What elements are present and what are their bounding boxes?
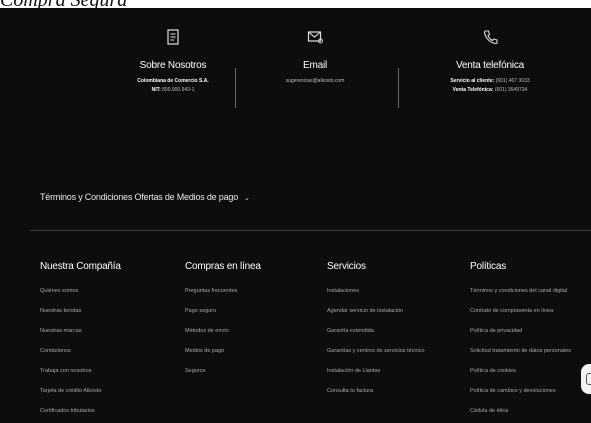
footer-link[interactable]: Trabaja con nosotros	[40, 368, 121, 374]
phone-sales-number[interactable]: Venta Telefónica: (601) 3649734	[415, 86, 565, 95]
column-policies: Políticas Términos y condiciones del can…	[470, 261, 571, 423]
footer-link[interactable]: Instalación de Llantas	[327, 368, 425, 374]
column-online-shopping: Compras en línea Preguntas frecuentes Pa…	[185, 261, 261, 388]
contact-email: Email sugerencias@alkosto.com	[255, 28, 375, 86]
footer-link[interactable]: Preguntas frecuentes	[185, 288, 261, 294]
email-address[interactable]: sugerencias@alkosto.com	[255, 77, 375, 86]
footer-link[interactable]: Medios de pago	[185, 348, 261, 354]
footer-link[interactable]: Seguros	[185, 368, 261, 374]
site-footer: Sobre Nosotros Colombiana de Comercio S.…	[0, 8, 591, 423]
footer-link[interactable]: Términos y condiciones del canal digital	[470, 288, 571, 294]
footer-link[interactable]: Pago seguro	[185, 308, 261, 314]
mail-icon	[307, 31, 323, 44]
contact-title-about: Sobre Nosotros	[139, 60, 207, 71]
document-icon	[167, 29, 179, 45]
column-title: Compras en línea	[185, 261, 261, 272]
column-our-company: Nuestra Compañía Quiénes somos Nuestras …	[40, 261, 121, 423]
footer-link[interactable]: Política de cambios y devoluciones	[470, 388, 571, 394]
footer-link[interactable]: Certificados tributarios	[40, 408, 121, 414]
footer-link[interactable]: Tarjeta de crédito Alkosto	[40, 388, 121, 394]
column-title: Políticas	[470, 261, 506, 272]
footer-link[interactable]: Garantías y centros de servicios técnico	[327, 348, 425, 354]
divider	[398, 68, 399, 108]
column-services: Servicios Instalaciones Agendar servicio…	[327, 261, 425, 408]
footer-link[interactable]: Contáctenos	[40, 348, 121, 354]
footer-link[interactable]: Nuestras marcas	[40, 328, 121, 334]
footer-link[interactable]: Nuestras tiendas	[40, 308, 121, 314]
floating-chat-button[interactable]	[581, 364, 591, 394]
footer-link[interactable]: Quiénes somos	[40, 288, 121, 294]
company-name: Colombiana de Comercio S.A.	[137, 78, 209, 84]
contact-title-phone: Venta telefónica	[456, 60, 524, 71]
payment-terms-dropdown[interactable]: Términos y Condiciones Ofertas de Medios…	[40, 192, 250, 202]
customer-service-phone[interactable]: Servicio al cliente: (601) 407 3033	[415, 77, 565, 86]
contact-about-us: Sobre Nosotros Colombiana de Comercio S.…	[118, 28, 228, 95]
footer-link[interactable]: Consulta tu factura	[327, 388, 425, 394]
contact-phone-sales: Venta telefónica Servicio al cliente: (6…	[415, 28, 565, 95]
phone-icon	[483, 30, 498, 45]
chevron-down-icon: ⌄	[244, 195, 250, 202]
footer-link[interactable]: Solicitud tratamiento de datos personale…	[470, 348, 571, 354]
column-title: Nuestra Compañía	[40, 261, 121, 272]
footer-link[interactable]: Garantía extendida	[327, 328, 425, 334]
footer-link[interactable]: Política de cookies	[470, 368, 571, 374]
chat-icon	[586, 373, 591, 385]
column-title: Servicios	[327, 261, 366, 272]
footer-link[interactable]: Política de privacidad	[470, 328, 571, 334]
footer-divider	[30, 230, 591, 231]
divider	[235, 68, 236, 108]
footer-link[interactable]: Contrato de compraventa en línea	[470, 308, 571, 314]
footer-link[interactable]: Agendar servicio de instalación	[327, 308, 425, 314]
payment-terms-label: Términos y Condiciones Ofertas de Medios…	[40, 192, 239, 202]
footer-link[interactable]: Instalaciones	[327, 288, 425, 294]
footer-link[interactable]: Métodos de envío	[185, 328, 261, 334]
company-nit: NIT: 890.900.943-1	[151, 87, 195, 93]
contact-title-email: Email	[302, 60, 327, 71]
footer-link[interactable]: Cédula de ética	[470, 408, 571, 414]
